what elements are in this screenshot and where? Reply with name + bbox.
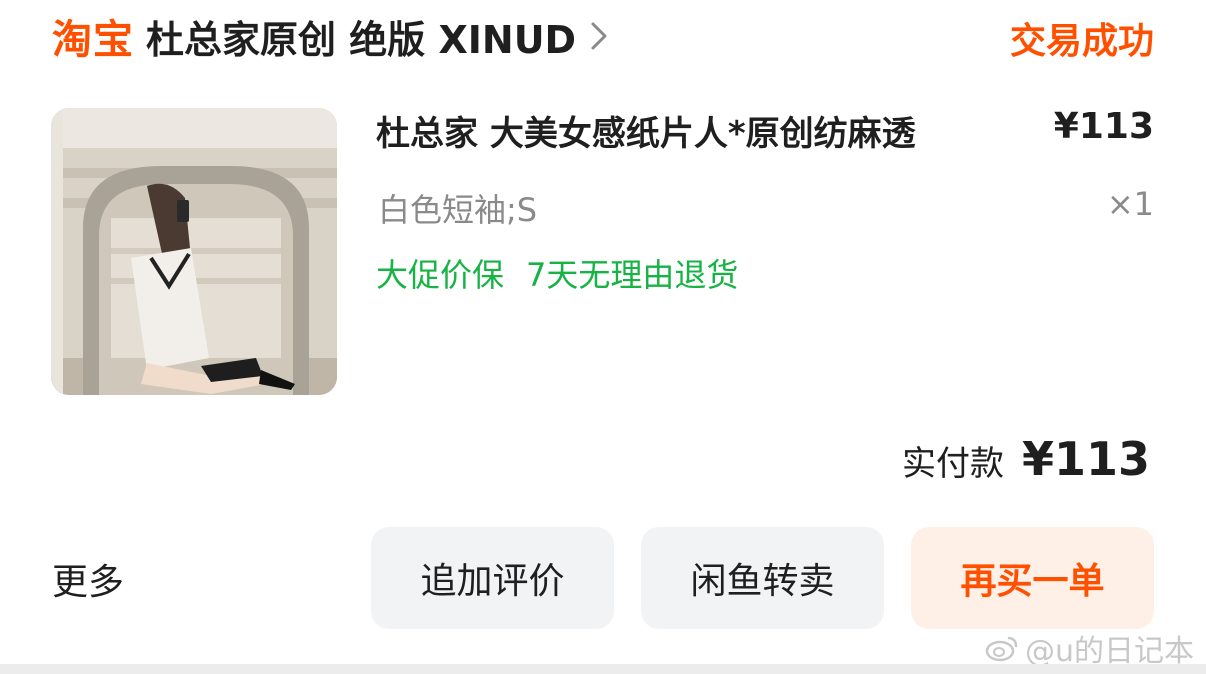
product-sku: 白色短袖;S: [378, 191, 538, 229]
service-tags: 大促价保 7天无理由退货: [376, 250, 738, 296]
product-price: ¥113: [1053, 106, 1154, 147]
tag-price-protection: 大促价保: [376, 256, 505, 294]
product-title[interactable]: 杜总家 大美女感纸片人*原创纺麻透: [376, 106, 916, 155]
buy-again-button[interactable]: 再买一单: [911, 527, 1154, 629]
chevron-right-icon[interactable]: [590, 21, 608, 51]
paid-amount: ¥113: [1021, 432, 1150, 486]
taobao-logo: 淘宝: [52, 17, 134, 63]
product-quantity: ×1: [1106, 185, 1154, 223]
tag-7day-return: 7天无理由退货: [526, 256, 739, 294]
product-thumbnail[interactable]: [51, 108, 337, 395]
bottom-divider: [0, 664, 1206, 674]
shop-name[interactable]: 杜总家原创 绝版 XINUD: [146, 9, 576, 64]
product-photo: [51, 108, 337, 395]
xianyu-resell-button[interactable]: 闲鱼转卖: [641, 527, 884, 629]
weibo-icon: [985, 636, 1018, 662]
paid-label: 实付款: [901, 444, 1004, 484]
order-status: 交易成功: [1009, 21, 1154, 62]
add-review-button[interactable]: 追加评价: [371, 527, 614, 629]
order-header: 淘宝 杜总家原创 绝版 XINUD: [52, 8, 608, 64]
paid-summary: 实付款 ¥113: [902, 432, 1150, 486]
more-button[interactable]: 更多: [52, 553, 124, 605]
